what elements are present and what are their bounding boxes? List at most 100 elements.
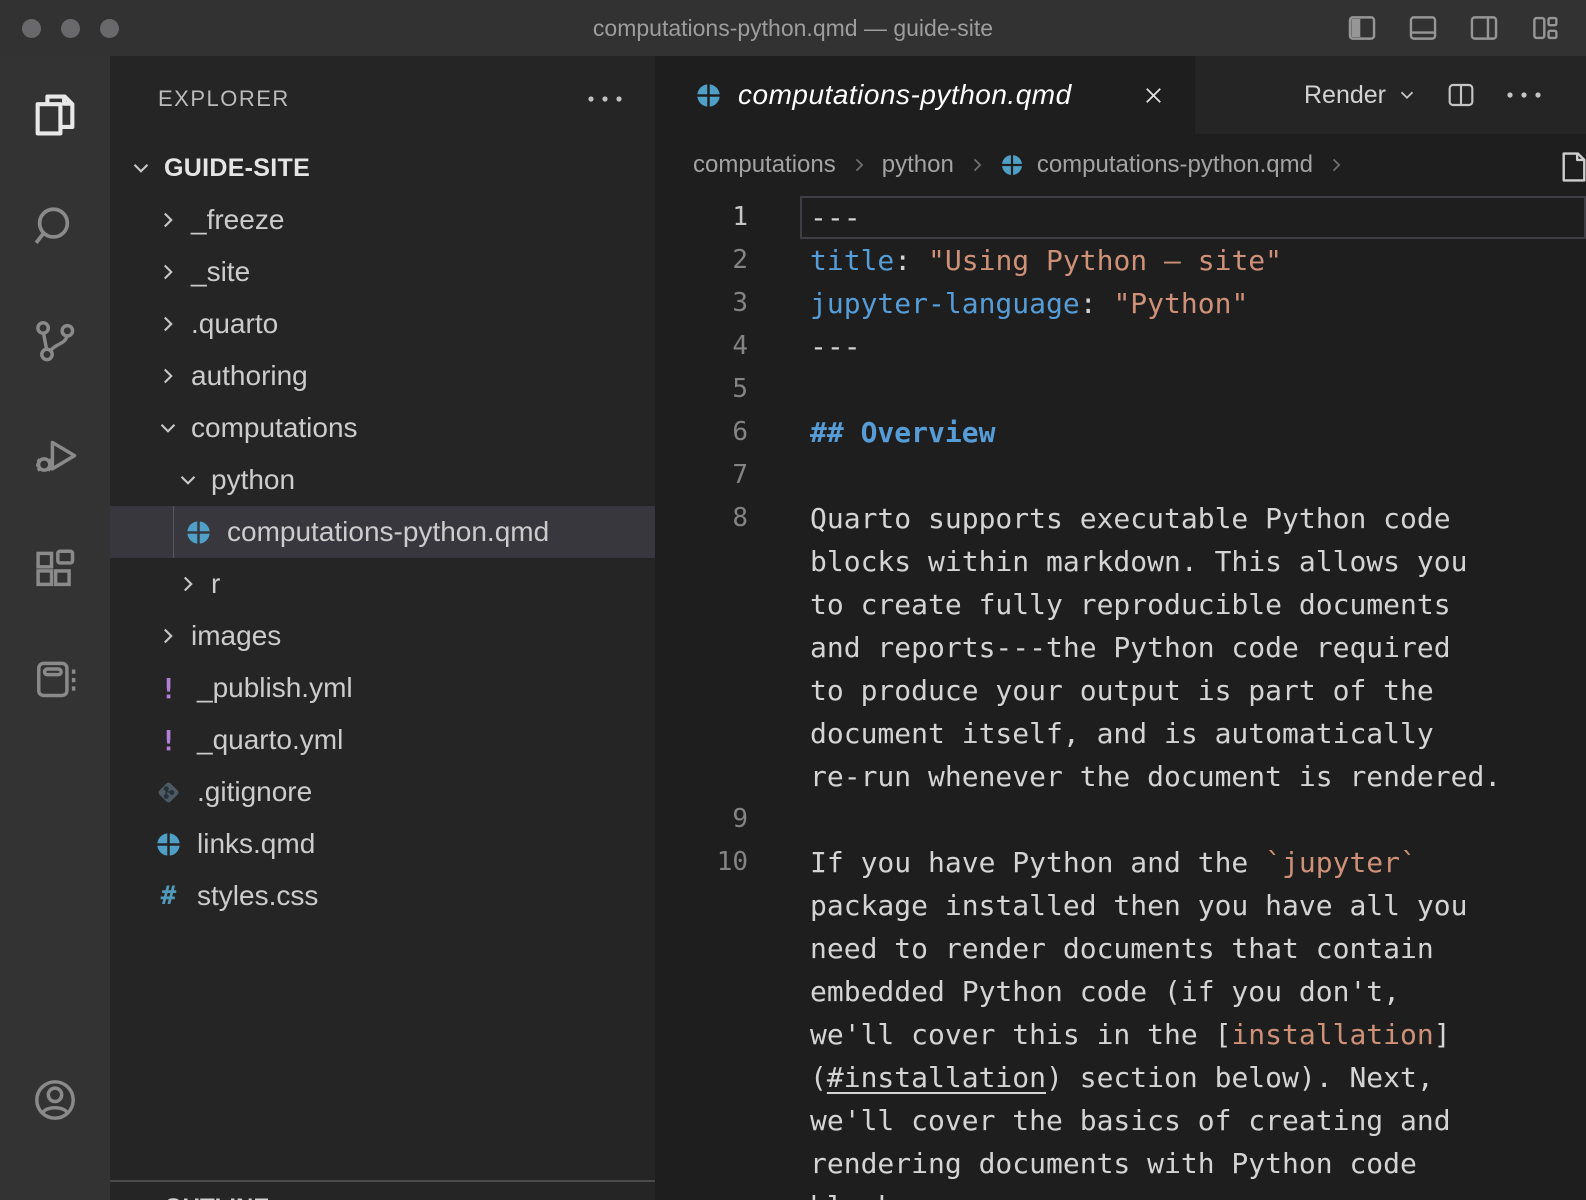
accounts-icon[interactable] xyxy=(29,1074,81,1126)
code-line[interactable]: 2title: "Using Python — site" xyxy=(655,239,1586,282)
breadcrumb-item-python[interactable]: python xyxy=(882,151,954,179)
tree-item[interactable]: #styles.css xyxy=(110,870,655,922)
code-line[interactable]: 1--- xyxy=(655,196,1586,239)
line-number xyxy=(655,1142,770,1185)
explorer-more-actions-icon[interactable] xyxy=(585,93,625,105)
code-segment-body: Quarto supports executable Python code xyxy=(810,502,1451,535)
code-segment-body: document itself, and is automatically xyxy=(810,717,1434,750)
toggle-primary-sidebar-icon[interactable] xyxy=(1345,11,1379,45)
code-segment-body: re-run whenever the document is rendered… xyxy=(810,760,1501,793)
code-line[interactable]: 3jupyter-language: "Python" xyxy=(655,282,1586,325)
line-number: 10 xyxy=(655,841,770,884)
code-text: embedded Python code (if you don't, xyxy=(770,970,1586,1013)
tree-item[interactable]: images xyxy=(110,610,655,662)
line-number xyxy=(655,712,770,755)
code-line[interactable]: rendering documents with Python code xyxy=(655,1142,1586,1185)
tab-bar: computations-python.qmd Render xyxy=(655,56,1586,134)
tree-item[interactable]: authoring xyxy=(110,350,655,402)
code-segment-body: package installed then you have all you xyxy=(810,889,1467,922)
code-segment-string: `jupyter` xyxy=(1265,846,1417,879)
code-segment-body: ] xyxy=(1434,1018,1451,1051)
code-editor[interactable]: 1---2title: "Using Python — site"3jupyte… xyxy=(655,196,1586,1200)
code-line[interactable]: 9 xyxy=(655,798,1586,841)
code-line[interactable]: (#installation) section below). Next, xyxy=(655,1056,1586,1099)
tree-root-guide-site[interactable]: GUIDE-SITE xyxy=(110,142,655,194)
code-text xyxy=(770,798,1586,841)
split-editor-icon[interactable] xyxy=(1445,79,1477,111)
code-line[interactable]: need to render documents that contain xyxy=(655,927,1586,970)
line-number xyxy=(655,970,770,1013)
code-line[interactable]: 7 xyxy=(655,454,1586,497)
line-number: 5 xyxy=(655,368,770,411)
search-icon[interactable] xyxy=(29,201,81,253)
tree-item[interactable]: python xyxy=(110,454,655,506)
more-actions-icon[interactable] xyxy=(1504,89,1544,101)
customize-layout-icon[interactable] xyxy=(1528,11,1562,45)
code-line[interactable]: 8 Quarto supports executable Python code xyxy=(655,497,1586,540)
tree-item[interactable]: r xyxy=(110,558,655,610)
tree-item[interactable]: _site xyxy=(110,246,655,298)
code-segment-body: rendering documents with Python code xyxy=(810,1147,1417,1180)
indent-guide xyxy=(173,506,174,558)
breadcrumb-item-file[interactable]: computations-python.qmd xyxy=(1037,151,1313,179)
line-number xyxy=(655,540,770,583)
run-and-debug-icon[interactable] xyxy=(29,429,81,481)
tree-item[interactable]: !_quarto.yml xyxy=(110,714,655,766)
code-line[interactable]: 10If you have Python and the `jupyter` xyxy=(655,841,1586,884)
tree-item[interactable]: .gitignore xyxy=(110,766,655,818)
code-line[interactable]: re-run whenever the document is rendered… xyxy=(655,755,1586,798)
close-icon[interactable] xyxy=(1140,82,1167,109)
tree-item[interactable]: .quarto xyxy=(110,298,655,350)
css-icon: # xyxy=(155,883,182,910)
line-number: 2 xyxy=(655,239,770,282)
chevron-right-icon xyxy=(155,259,181,285)
file-tree: GUIDE-SITE _freeze_site.quartoauthoring co… xyxy=(110,142,655,922)
code-segment-body: blocks. xyxy=(810,1190,928,1200)
code-line[interactable]: and reports---the Python code required xyxy=(655,626,1586,669)
breadcrumb-item-computations[interactable]: computations xyxy=(693,151,836,179)
chevron-right-icon xyxy=(175,571,201,597)
line-number xyxy=(655,669,770,712)
line-number: 9 xyxy=(655,798,770,841)
code-text: --- xyxy=(800,196,1586,239)
tree-item[interactable]: _freeze xyxy=(110,194,655,246)
editor-actions: Render xyxy=(1195,56,1586,134)
source-control-icon[interactable] xyxy=(29,315,81,367)
code-text: If you have Python and the `jupyter` xyxy=(770,841,1586,884)
code-segment-body: --- xyxy=(810,330,861,363)
chevron-right-icon xyxy=(967,155,987,175)
code-line[interactable]: to create fully reproducible documents xyxy=(655,583,1586,626)
tree-item[interactable]: links.qmd xyxy=(110,818,655,870)
tree-root-label: GUIDE-SITE xyxy=(164,154,310,183)
toggle-panel-icon[interactable] xyxy=(1406,11,1440,45)
code-line[interactable]: 5 xyxy=(655,368,1586,411)
render-button[interactable]: Render xyxy=(1304,81,1418,110)
toggle-secondary-sidebar-icon[interactable] xyxy=(1467,11,1501,45)
tree-item-label: computations xyxy=(191,412,358,444)
chevron-right-icon xyxy=(128,1195,154,1200)
tab-computations-python[interactable]: computations-python.qmd xyxy=(655,56,1195,134)
breadcrumb: computations python computations-python.… xyxy=(655,134,1586,196)
code-line[interactable]: embedded Python code (if you don't, xyxy=(655,970,1586,1013)
outline-section-header[interactable]: OUTLINE xyxy=(110,1182,655,1200)
code-line[interactable]: blocks. xyxy=(655,1185,1586,1200)
code-line[interactable]: blocks within markdown. This allows you xyxy=(655,540,1586,583)
code-line[interactable]: 6## Overview xyxy=(655,411,1586,454)
code-line[interactable]: to produce your output is part of the xyxy=(655,669,1586,712)
settings-gear-icon[interactable] xyxy=(29,1194,81,1200)
code-line[interactable]: document itself, and is automatically xyxy=(655,712,1586,755)
tree-item[interactable]: computations-python.qmd xyxy=(110,506,655,558)
code-line[interactable]: we'll cover the basics of creating and xyxy=(655,1099,1586,1142)
line-number xyxy=(655,626,770,669)
notebook-icon[interactable] xyxy=(29,653,81,705)
code-line[interactable]: package installed then you have all you xyxy=(655,884,1586,927)
code-text: document itself, and is automatically xyxy=(770,712,1586,755)
code-text: need to render documents that contain xyxy=(770,927,1586,970)
tree-item[interactable]: !_publish.yml xyxy=(110,662,655,714)
code-line[interactable]: we'll cover this in the [installation] xyxy=(655,1013,1586,1056)
code-line[interactable]: 4--- xyxy=(655,325,1586,368)
tree-item[interactable]: computations xyxy=(110,402,655,454)
line-number: 8 xyxy=(655,497,770,540)
extensions-icon[interactable] xyxy=(29,543,81,595)
explorer-icon[interactable] xyxy=(29,89,81,141)
